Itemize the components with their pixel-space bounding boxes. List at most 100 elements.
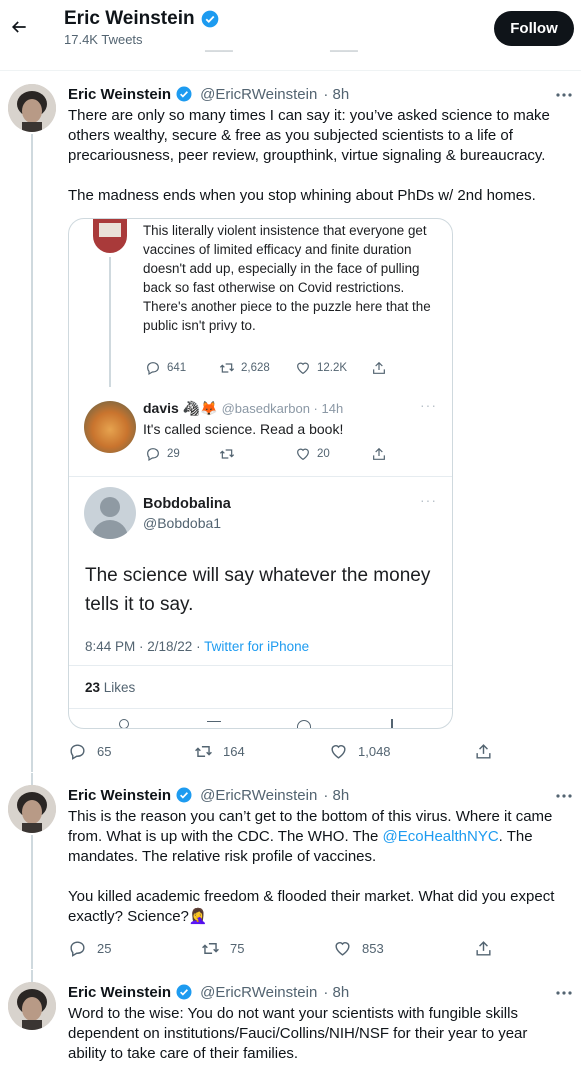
tweet-paragraph: There are only so many times I can say i… bbox=[68, 107, 550, 164]
author-handle[interactable]: @EricRWeinstein bbox=[200, 787, 317, 804]
share-button[interactable] bbox=[474, 742, 493, 761]
thread-line bbox=[31, 773, 33, 785]
back-button[interactable] bbox=[4, 12, 34, 42]
card-source: Twitter for iPhone bbox=[204, 639, 310, 654]
card-reply-count: 641 bbox=[145, 360, 186, 376]
like-button[interactable]: 1,048 bbox=[329, 742, 391, 761]
tweet-text: This is the reason you can’t get to the … bbox=[68, 807, 560, 927]
card-reply-name: Bobdobalina bbox=[143, 496, 231, 512]
card-avatar bbox=[84, 401, 136, 453]
tweet-header: Eric Weinstein @EricRWeinstein · 8h bbox=[68, 983, 349, 1001]
card-reply-count: 29 bbox=[145, 446, 180, 462]
avatar-photo-icon bbox=[8, 785, 56, 833]
profile-header: ▁▁▁ ▁▁▁ Eric Weinstein 17.4K Tweets Foll… bbox=[0, 0, 581, 71]
card-reply-icon bbox=[119, 719, 129, 728]
card-tweet-text: This literally violent insistence that e… bbox=[143, 221, 443, 335]
retweet-button[interactable]: 75 bbox=[201, 939, 244, 958]
card-paragraph: This literally violent insistence that e… bbox=[143, 223, 427, 295]
card-likes-count: 23 bbox=[85, 680, 101, 695]
card-retweet-count: 2,628 bbox=[219, 360, 270, 376]
profile-name-text: Eric Weinstein bbox=[64, 8, 195, 29]
tweet[interactable]: Eric Weinstein @EricRWeinstein · 8h Ther… bbox=[0, 72, 581, 772]
thread-line bbox=[31, 835, 33, 969]
tweet[interactable]: Eric Weinstein @EricRWeinstein · 8h This… bbox=[0, 773, 581, 969]
author-name[interactable]: Eric Weinstein bbox=[68, 787, 171, 804]
card-retweet-number: 2,628 bbox=[241, 362, 270, 374]
author-name[interactable]: Eric Weinstein bbox=[68, 86, 171, 103]
mention-link[interactable]: @EcoHealthNYC bbox=[383, 828, 499, 845]
follow-button[interactable]: Follow bbox=[494, 11, 574, 46]
heart-icon bbox=[335, 942, 350, 956]
avatar[interactable] bbox=[8, 785, 56, 833]
tweet-count: 17.4K Tweets bbox=[64, 32, 143, 47]
retweet-count: 164 bbox=[223, 744, 245, 759]
tweet-actions: 65 164 1,048 bbox=[68, 742, 508, 762]
share-icon bbox=[373, 447, 385, 460]
tweet[interactable]: Eric Weinstein @EricRWeinstein · 8h Word… bbox=[0, 970, 581, 1077]
tweet-text: There are only so many times I can say i… bbox=[68, 106, 560, 206]
tweet-paragraph: Word to the wise: You do not want your s… bbox=[68, 1005, 528, 1062]
more-dots-icon bbox=[556, 93, 572, 97]
more-options-button[interactable] bbox=[554, 789, 574, 803]
card-timestamp: 8:44 PM · 2/18/22 · Twitter for iPhone bbox=[85, 639, 309, 654]
tweet-header: Eric Weinstein @EricRWeinstein · 8h bbox=[68, 786, 349, 804]
share-icon bbox=[476, 941, 491, 956]
more-options-button[interactable] bbox=[554, 88, 574, 102]
thread-line bbox=[31, 970, 33, 982]
retweet-icon bbox=[195, 746, 212, 757]
like-button[interactable]: 853 bbox=[333, 939, 384, 958]
tweet-time[interactable]: · 8h bbox=[323, 86, 349, 103]
reply-button[interactable]: 25 bbox=[68, 939, 111, 958]
tweet-time[interactable]: · 8h bbox=[323, 787, 349, 804]
card-paragraph: There's another piece to the puzzle here… bbox=[143, 299, 431, 333]
more-options-button[interactable] bbox=[554, 986, 574, 1000]
avatar[interactable] bbox=[8, 84, 56, 132]
heart-icon bbox=[331, 745, 346, 759]
card-thread-line bbox=[109, 257, 111, 387]
card-like-number: 12.2K bbox=[317, 362, 348, 374]
tweet-paragraph: This is the reason you can’t get to the … bbox=[68, 807, 560, 867]
verified-badge-icon bbox=[201, 10, 218, 28]
share-icon bbox=[373, 361, 385, 374]
card-retweet-icon bbox=[207, 721, 221, 728]
retweet-icon bbox=[219, 449, 235, 459]
card-likes-label: Likes bbox=[103, 680, 136, 695]
card-heart-icon bbox=[297, 720, 311, 728]
tweet-image[interactable]: This literally violent insistence that e… bbox=[68, 218, 453, 729]
card-focused-text: The science will say whatever the money … bbox=[85, 565, 431, 615]
arrow-left-icon bbox=[11, 21, 26, 33]
author-handle[interactable]: @EricRWeinstein bbox=[200, 984, 317, 1001]
card-retweet-count bbox=[219, 446, 235, 462]
card-likes-row: 23 Likes bbox=[85, 680, 135, 695]
share-button[interactable] bbox=[474, 939, 493, 958]
header-faded-stat: ▁▁▁ bbox=[330, 38, 358, 52]
retweet-count: 75 bbox=[230, 941, 245, 956]
card-more-icon: ··· bbox=[420, 397, 437, 413]
heart-icon bbox=[297, 448, 309, 461]
like-count: 1,048 bbox=[358, 744, 391, 759]
card-share bbox=[371, 446, 387, 462]
reply-icon bbox=[147, 362, 159, 376]
reply-icon bbox=[70, 744, 85, 760]
avatar-photo-icon bbox=[8, 982, 56, 1030]
card-like-count: 12.2K bbox=[295, 360, 347, 376]
card-more-icon: ··· bbox=[420, 492, 437, 508]
tweet-actions: 25 75 853 bbox=[68, 939, 508, 959]
card-reply-handle: @basedkarbon · 14h bbox=[221, 401, 344, 416]
avatar[interactable] bbox=[8, 982, 56, 1030]
thread-line bbox=[31, 134, 33, 772]
reply-button[interactable]: 65 bbox=[68, 742, 111, 761]
reply-icon bbox=[147, 448, 159, 462]
tweet-paragraph: You killed academic freedom & flooded th… bbox=[68, 888, 555, 925]
card-divider bbox=[69, 476, 452, 477]
card-like-number: 20 bbox=[317, 448, 330, 460]
retweet-icon bbox=[202, 943, 219, 954]
author-handle[interactable]: @EricRWeinstein bbox=[200, 86, 317, 103]
more-dots-icon bbox=[556, 794, 572, 798]
card-avatar bbox=[93, 219, 127, 253]
more-dots-icon bbox=[556, 991, 572, 995]
author-name[interactable]: Eric Weinstein bbox=[68, 984, 171, 1001]
retweet-button[interactable]: 164 bbox=[194, 742, 245, 761]
tweet-time[interactable]: · 8h bbox=[323, 984, 349, 1001]
like-count: 853 bbox=[362, 941, 384, 956]
